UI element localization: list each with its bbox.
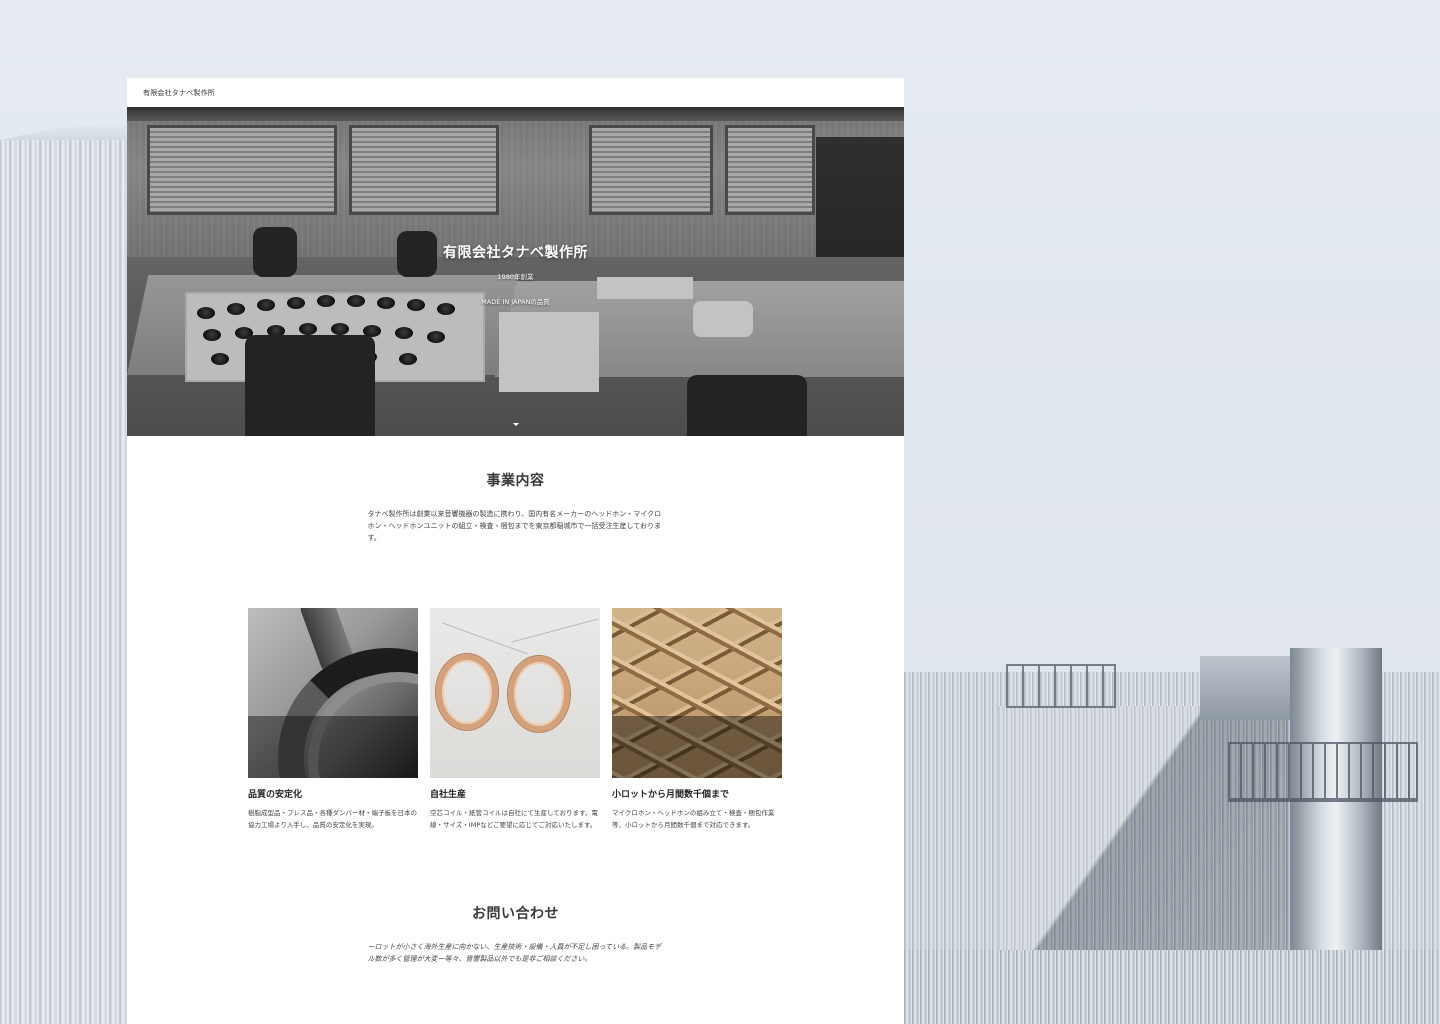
contact-description: ーロットが小さく海外生産に向かない、生産技術・設備・人員が不足し困っている。製品… bbox=[367, 943, 662, 963]
background-rooftop-cage bbox=[1006, 664, 1116, 708]
contact-section: お問い合わせ ーロットが小さく海外生産に向かない、生産技術・設備・人員が不足し困… bbox=[127, 903, 904, 965]
hero-subtitle: 1980年創業 bbox=[497, 273, 534, 281]
feature-card: 小ロットから月間数千個まで マイクロホン・ヘッドホンの組み立て・検査・梱包作業等… bbox=[612, 608, 782, 831]
hero-text: 有限会社タナベ製作所 1980年創業 MADE IN JAPANの品質 bbox=[127, 242, 904, 306]
feature-description: マイクロホン・ヘッドホンの組み立て・検査・梱包作業等、小ロットから月間数千個まで… bbox=[612, 809, 775, 829]
image-shade bbox=[248, 716, 418, 778]
background-silo bbox=[0, 140, 140, 1024]
contact-title: お問い合わせ bbox=[472, 906, 559, 922]
background-railing bbox=[1228, 742, 1418, 802]
business-title: 事業内容 bbox=[486, 473, 545, 489]
scroll-down-icon[interactable] bbox=[512, 423, 519, 426]
feature-description: 樹脂成型品・プレス品・各種ダンパー材・端子板を日本の協力工場より入手し、品質の安… bbox=[248, 809, 417, 829]
image-shade bbox=[612, 716, 782, 778]
hero-tagline: MADE IN JAPANの品質 bbox=[481, 298, 550, 306]
coil-image bbox=[430, 608, 600, 778]
site-logo[interactable]: 有限会社タナベ製作所 bbox=[143, 88, 215, 98]
feature-description: 空芯コイル・紙管コイルは自社にて生産しております。電線・サイズ・IMPなどご要望… bbox=[430, 809, 598, 829]
business-description: タナベ製作所は創業以来音響機器の製造に携わり、国内有名メーカーのヘッドホン・マイ… bbox=[367, 510, 662, 542]
feature-title: 小ロットから月間数千個まで bbox=[612, 790, 730, 800]
site-header: 有限会社タナベ製作所 bbox=[127, 78, 904, 107]
feature-title: 品質の安定化 bbox=[248, 790, 303, 800]
coil-wire bbox=[511, 618, 599, 643]
feature-card: 自社生産 空芯コイル・紙管コイルは自社にて生産しております。電線・サイズ・IMP… bbox=[430, 608, 600, 831]
hero: 有限会社タナベ製作所 1980年創業 MADE IN JAPANの品質 bbox=[127, 107, 904, 436]
headphone-image bbox=[248, 608, 418, 778]
image-shade bbox=[430, 716, 600, 778]
business-section: 事業内容 タナベ製作所は創業以来音響機器の製造に携わり、国内有名メーカーのヘッド… bbox=[127, 436, 904, 544]
website-preview: 有限会社タナベ製作所 有限会社タナベ製作所 1980年創業 MADE IN JA… bbox=[127, 78, 904, 1024]
feature-title: 自社生産 bbox=[430, 790, 467, 800]
background-lower-roof bbox=[904, 950, 1440, 1024]
cardboard-box-image bbox=[612, 608, 782, 778]
coil-wire bbox=[442, 622, 528, 655]
hero-title: 有限会社タナベ製作所 bbox=[443, 245, 588, 261]
feature-card: 品質の安定化 樹脂成型品・プレス品・各種ダンパー材・端子板を日本の協力工場より入… bbox=[248, 608, 418, 831]
feature-cards: 品質の安定化 樹脂成型品・プレス品・各種ダンパー材・端子板を日本の協力工場より入… bbox=[248, 608, 904, 831]
